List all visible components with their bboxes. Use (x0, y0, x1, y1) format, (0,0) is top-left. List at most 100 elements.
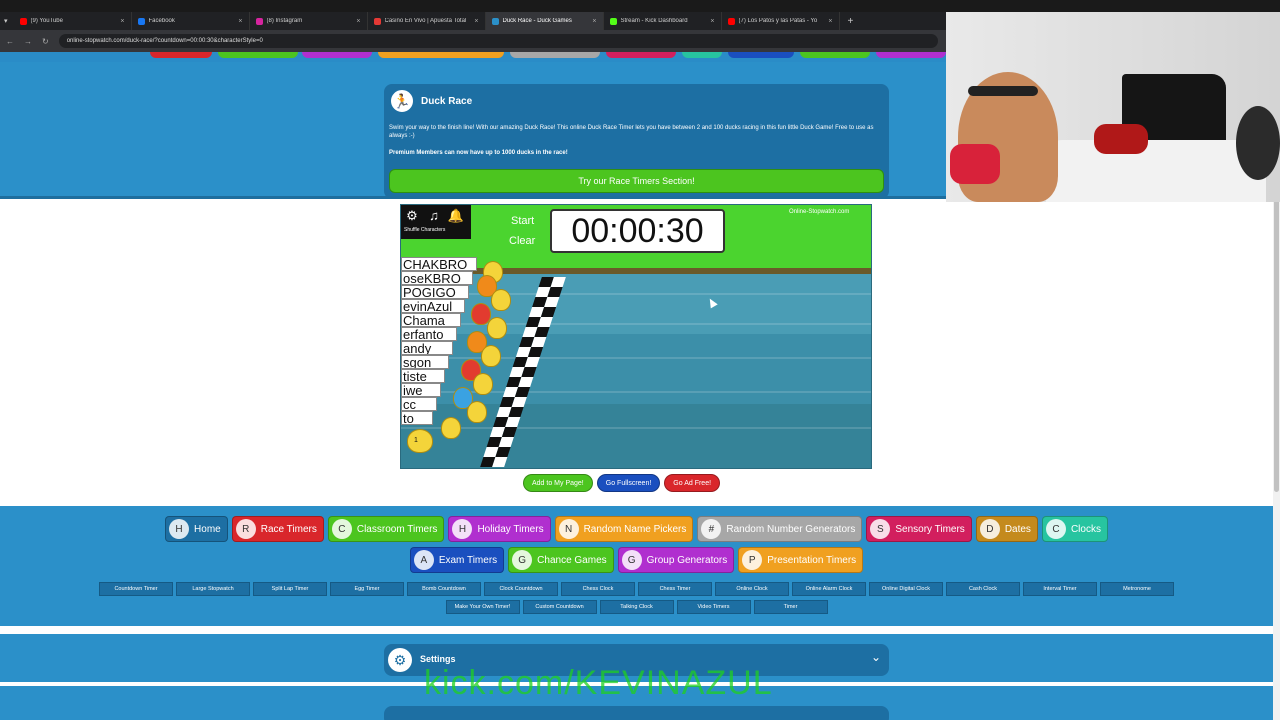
timer-link[interactable]: Make Your Own Timer! (445, 600, 520, 614)
nav-button[interactable]: # Random Number Generators (697, 516, 863, 542)
close-icon[interactable]: × (356, 18, 360, 25)
favicon-icon (373, 17, 381, 25)
nav-button[interactable]: G Group Generators (617, 547, 735, 573)
fullscreen-button[interactable]: Go Fullscreen! (596, 474, 661, 492)
tab-label: (8) Instagram (266, 18, 303, 24)
tab-label: (7) Los Patos y las Patas - Yo (738, 18, 818, 24)
tab-search-icon[interactable]: ▾ (4, 17, 8, 25)
nav-button[interactable]: H Home (165, 516, 228, 542)
timer-link[interactable]: Countdown Timer (99, 582, 173, 596)
nav-button[interactable]: S Sensory Timers (866, 516, 972, 542)
url-field[interactable]: online-stopwatch.com/duck-race/?countdow… (58, 34, 938, 48)
timer-link[interactable]: Online Clock (715, 582, 789, 596)
timer-link[interactable]: Custom Countdown (522, 600, 597, 614)
category-icon: N (558, 519, 579, 539)
countdown-display[interactable]: 00:00:30 (550, 209, 725, 253)
forward-icon[interactable]: → (24, 37, 32, 46)
duck-name-label: erfanto (401, 327, 457, 341)
nav-button-label: Exam Timers (438, 554, 498, 566)
game-buttons: Add to My Page! Go Fullscreen! Go Ad Free! (523, 474, 721, 492)
shuffle-button[interactable]: Shuffle Characters (404, 227, 445, 233)
nav-button[interactable]: H Holiday Timers (448, 516, 551, 542)
divider (0, 626, 1273, 634)
add-to-page-button[interactable]: Add to My Page! (523, 474, 593, 492)
timer-link[interactable]: Timer (753, 600, 828, 614)
timer-link[interactable]: Large Stopwatch (176, 582, 250, 596)
duck (473, 373, 493, 395)
browser-tab[interactable]: Casino En Vivo | Apuesta Total × (368, 12, 486, 30)
category-icon: P (742, 550, 763, 570)
collapsed-panel[interactable] (384, 706, 889, 720)
bell-icon[interactable]: 🔔 (447, 208, 465, 224)
nav-button[interactable]: C Clocks (1041, 516, 1108, 542)
browser-tab[interactable]: Facebook × (132, 12, 250, 30)
gear-icon[interactable]: ⚙ (403, 208, 421, 224)
duck-name-label: evinAzul (401, 299, 465, 313)
browser-tab[interactable]: (9) YouTube × (14, 12, 132, 30)
close-icon[interactable]: × (238, 18, 242, 25)
nav-button-label: Random Number Generators (726, 523, 856, 535)
timer-link[interactable]: Split Lap Timer (253, 582, 327, 596)
timer-link[interactable]: Chess Clock (561, 582, 635, 596)
timer-link[interactable]: Cash Clock (946, 582, 1020, 596)
timer-link[interactable]: Egg Timer (330, 582, 404, 596)
runner-icon: 🏃 (389, 88, 415, 114)
duck-name-label: to (401, 411, 433, 425)
timer-link[interactable]: Interval Timer (1023, 582, 1097, 596)
bed (1046, 140, 1266, 202)
timer-link[interactable]: Talking Clock (599, 600, 674, 614)
category-icon: H (169, 519, 190, 539)
timer-link[interactable]: Online Digital Clock (869, 582, 943, 596)
timer-link[interactable]: Chess Timer (638, 582, 712, 596)
duck-race-game[interactable]: ⚙ ♫ 🔔 Shuffle Characters Start Clear 00:… (400, 204, 872, 469)
browser-window: ▾ (9) YouTube × Facebook × (8) Instagram × Cas… (0, 0, 1280, 720)
timer-link[interactable]: Online Alarm Clock (792, 582, 866, 596)
nav-button[interactable]: C Classroom Timers (327, 516, 445, 542)
clear-button[interactable]: Clear (509, 235, 535, 247)
music-icon[interactable]: ♫ (425, 208, 443, 224)
chevron-down-icon[interactable]: ⌄ (871, 650, 881, 664)
timer-link[interactable]: Clock Countdown (484, 582, 558, 596)
nav-button[interactable]: G Chance Games (508, 547, 614, 573)
nav-button[interactable]: R Race Timers (231, 516, 324, 542)
duck-name-label: POGIGO (401, 285, 469, 299)
page-title: Duck Race (421, 96, 473, 107)
new-tab-icon[interactable]: + (848, 16, 854, 27)
duck (467, 401, 487, 423)
tab-label: Stream - Kick Dashboard (620, 18, 688, 24)
browser-tab[interactable]: Stream - Kick Dashboard × (604, 12, 722, 30)
close-icon[interactable]: × (828, 18, 832, 25)
bandana (968, 86, 1038, 96)
strip-pill (218, 52, 298, 58)
close-icon[interactable]: × (474, 18, 478, 25)
tab-bar: ▾ (9) YouTube × Facebook × (8) Instagram × Cas… (0, 12, 946, 30)
back-icon[interactable]: ← (6, 37, 14, 46)
duck-name-label: iwe (401, 383, 441, 397)
category-icon: S (870, 519, 891, 539)
ad-free-button[interactable]: Go Ad Free! (664, 474, 721, 492)
timer-link[interactable]: Bomb Countdown (407, 582, 481, 596)
nav-button[interactable]: N Random Name Pickers (554, 516, 694, 542)
close-icon[interactable]: × (592, 18, 596, 25)
start-button[interactable]: Start (511, 215, 534, 227)
tab-label: Facebook (148, 18, 175, 24)
race-timers-button[interactable]: Try our Race Timers Section! (389, 169, 884, 193)
timer-link[interactable]: Video Timers (676, 600, 751, 614)
browser-tab[interactable]: (7) Los Patos y las Patas - Yo × (722, 12, 840, 30)
close-icon[interactable]: × (120, 18, 124, 25)
strip-pill (682, 52, 722, 58)
nav-button[interactable]: D Dates (975, 516, 1038, 542)
close-icon[interactable]: × (710, 18, 714, 25)
nav-button[interactable]: A Exam Timers (409, 547, 505, 573)
nav-button-label: Chance Games (537, 554, 607, 566)
browser-tab[interactable]: (8) Instagram × (250, 12, 368, 30)
nav-button-label: Race Timers (260, 523, 317, 535)
category-icon: G (621, 550, 642, 570)
strip-pill (728, 52, 794, 58)
fan (1236, 106, 1280, 180)
reload-icon[interactable]: ↻ (42, 37, 49, 46)
nav-button[interactable]: P Presentation Timers (738, 547, 864, 573)
category-nav: H Home R Race Timers C Classroom Timers H Holid… (0, 506, 1273, 626)
timer-link[interactable]: Metronome (1100, 582, 1174, 596)
browser-tab[interactable]: Duck Race - Duck Games × (485, 12, 604, 30)
